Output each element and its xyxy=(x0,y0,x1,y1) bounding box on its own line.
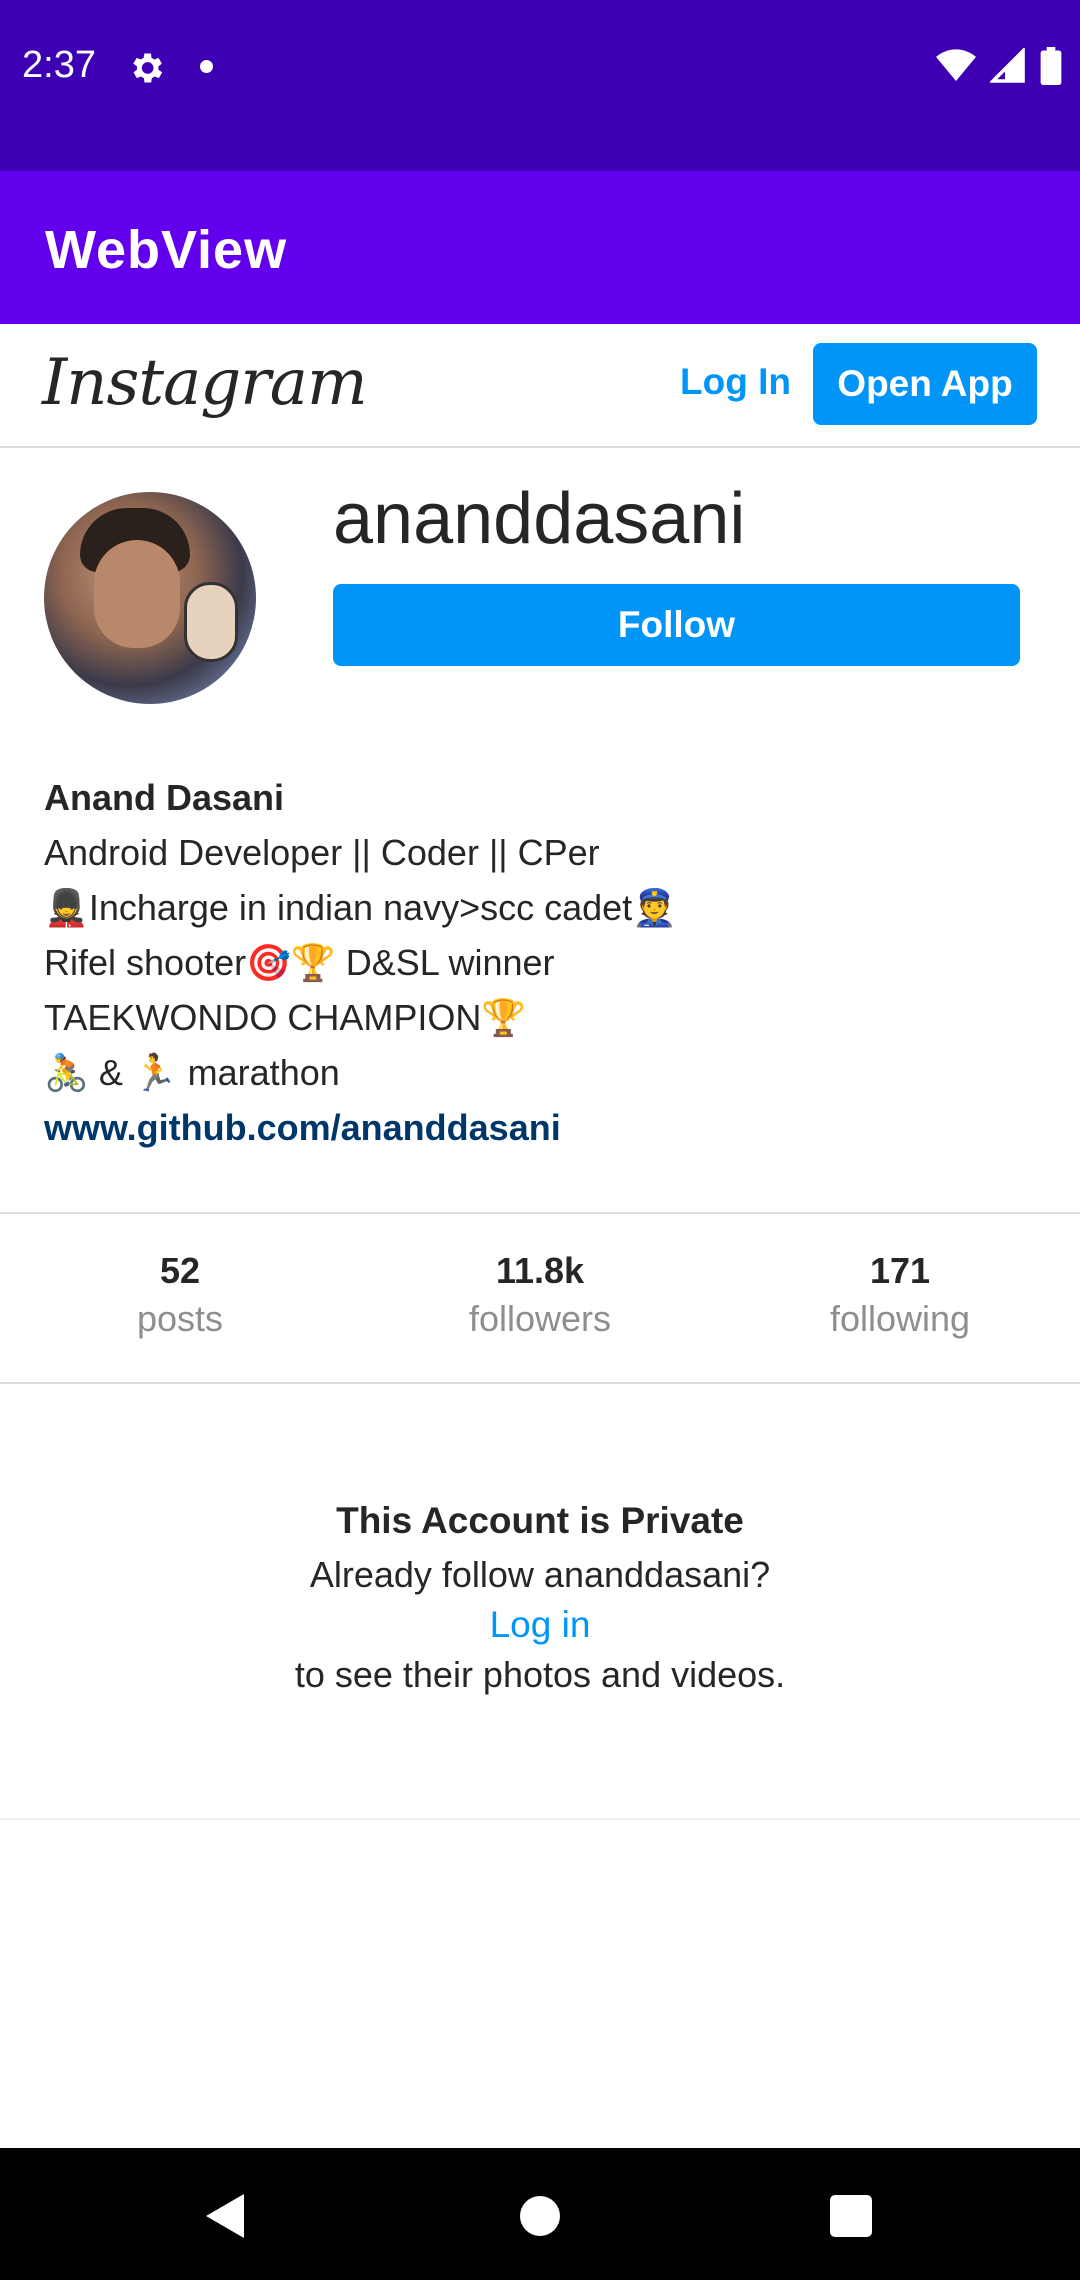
system-nav-bar xyxy=(0,2148,1080,2280)
follow-button[interactable]: Follow xyxy=(333,584,1020,666)
private-line1: Already follow ananddasani? xyxy=(309,1554,771,1595)
wifi-icon xyxy=(936,49,976,81)
private-line2: to see their photos and videos. xyxy=(294,1654,786,1695)
profile-full-name: Anand Dasani xyxy=(44,777,285,818)
signal-icon xyxy=(990,48,1025,83)
avatar-face xyxy=(94,540,180,648)
status-bar: 2:37 xyxy=(0,0,1080,171)
profile-bio: Anand Dasani Android Developer || Coder … xyxy=(44,770,1044,1155)
private-title: This Account is Private xyxy=(336,1500,744,1541)
stat-followers-value: 11.8k xyxy=(495,1250,585,1291)
instagram-header: Instagram Log In Open App xyxy=(0,324,1080,448)
stat-following-value: 171 xyxy=(869,1250,931,1291)
battery-icon xyxy=(1040,47,1062,85)
avatar-sticker xyxy=(184,582,238,662)
stat-following-label: following xyxy=(829,1298,971,1339)
open-app-button[interactable]: Open App xyxy=(813,343,1037,425)
private-account-notice: This Account is Private Already follow a… xyxy=(0,1500,1080,1696)
status-icons xyxy=(936,46,1062,86)
status-time: 2:37 xyxy=(22,44,96,86)
bio-line: Rifel shooter🎯🏆 D&SL winner xyxy=(44,942,555,983)
bio-line: 🚴 & 🏃 marathon xyxy=(44,1052,340,1093)
header-login-link[interactable]: Log In xyxy=(680,361,791,403)
bio-website-link[interactable]: www.github.com/ananddasani xyxy=(44,1100,1044,1155)
private-login-link[interactable]: Log in xyxy=(0,1604,1080,1646)
home-icon[interactable] xyxy=(520,2196,560,2236)
profile-username: ananddasani xyxy=(333,479,746,559)
bio-line: TAEKWONDO CHAMPION🏆 xyxy=(44,997,527,1038)
stat-following[interactable]: 171 following xyxy=(720,1214,1080,1382)
instagram-logo[interactable]: Instagram xyxy=(42,346,368,420)
stat-posts-label: posts xyxy=(136,1298,224,1339)
gear-icon xyxy=(133,53,163,83)
back-icon[interactable] xyxy=(204,2192,246,2240)
profile-stats: 52 posts 11.8k followers 171 following xyxy=(0,1212,1080,1384)
stat-followers-label: followers xyxy=(468,1298,612,1339)
app-bar: WebView xyxy=(0,171,1080,324)
recents-icon[interactable] xyxy=(830,2195,872,2237)
bio-line: Android Developer || Coder || CPer xyxy=(44,832,600,873)
notification-dot-icon xyxy=(200,60,213,73)
avatar xyxy=(44,492,256,704)
stat-posts[interactable]: 52 posts xyxy=(0,1214,360,1382)
stat-followers[interactable]: 11.8k followers xyxy=(360,1214,720,1382)
app-title: WebView xyxy=(45,220,288,280)
divider xyxy=(0,1818,1080,1820)
stat-posts-value: 52 xyxy=(159,1250,201,1291)
bio-line: 💂Incharge in indian navy>scc cadet👮 xyxy=(44,887,677,928)
